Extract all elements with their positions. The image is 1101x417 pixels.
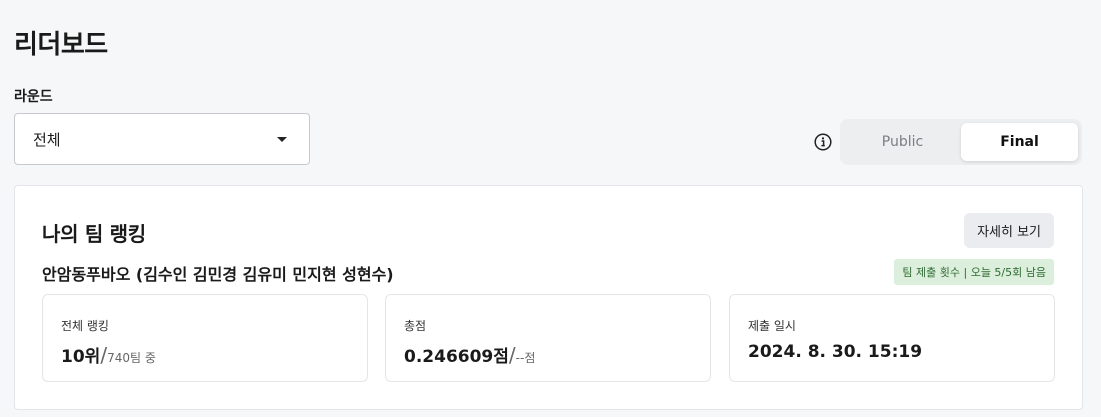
score-stat-value: 0.246609점: [404, 347, 509, 367]
score-stat-sub: --점: [515, 351, 536, 365]
page-title: 리더보드: [14, 30, 108, 60]
round-select-value: 전체: [33, 130, 61, 149]
score-stat-slash: /: [508, 343, 516, 367]
round-select[interactable]: 전체: [14, 113, 310, 165]
info-circle-icon[interactable]: [814, 133, 832, 151]
caret-down-icon: [277, 136, 287, 142]
rank-stat: 전체 랭킹 10위/740팀 중: [42, 294, 368, 382]
card-title: 나의 팀 랭킹: [42, 222, 146, 246]
rank-stat-value-row: 10위/740팀 중: [61, 342, 349, 367]
submission-time-value: 2024. 8. 30. 15:19: [748, 342, 923, 362]
submission-time-label: 제출 일시: [748, 319, 796, 333]
score-stat-label: 총점: [404, 319, 427, 333]
submission-time-stat: 제출 일시 2024. 8. 30. 15:19: [729, 294, 1055, 382]
my-team-ranking-card: 나의 팀 랭킹 자세히 보기 안암동푸바오 (김수인 김민경 김유미 민지현 성…: [14, 185, 1083, 410]
submission-quota-badge: 팀 제출 횟수 | 오늘 5/5회 남음: [894, 259, 1054, 285]
leaderboard-toggle: Public Final: [840, 119, 1082, 165]
score-stat-value-row: 0.246609점/--점: [404, 342, 692, 367]
round-label: 라운드: [14, 89, 53, 105]
final-toggle-button[interactable]: Final: [961, 123, 1078, 161]
rank-stat-value: 10위: [61, 347, 101, 367]
rank-stat-label: 전체 랭킹: [61, 319, 109, 333]
view-details-button[interactable]: 자세히 보기: [964, 213, 1054, 248]
team-name: 안암동푸바오 (김수인 김민경 김유미 민지현 성현수): [42, 265, 394, 284]
score-stat: 총점 0.246609점/--점: [385, 294, 711, 382]
rank-stat-total: 740팀 중: [107, 351, 156, 365]
public-toggle-button[interactable]: Public: [844, 123, 961, 161]
